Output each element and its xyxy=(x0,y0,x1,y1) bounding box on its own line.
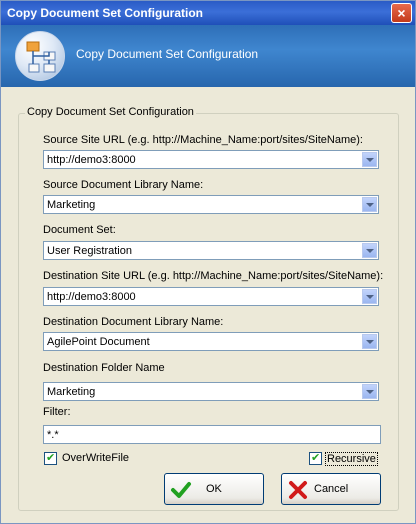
banner-title: Copy Document Set Configuration xyxy=(76,47,259,61)
title-bar[interactable]: Copy Document Set Configuration × xyxy=(1,1,415,25)
filter-value: *.* xyxy=(47,429,59,441)
dialog-window: Copy Document Set Configuration × Copy D… xyxy=(0,0,416,524)
group-title: Copy Document Set Configuration xyxy=(25,106,196,118)
checkmark-icon: ✔ xyxy=(311,452,321,464)
check-icon xyxy=(170,479,192,501)
overwrite-checkbox[interactable]: ✔ xyxy=(44,452,57,465)
cancel-x-icon xyxy=(287,479,309,501)
close-button[interactable]: × xyxy=(391,3,412,23)
close-icon: × xyxy=(397,5,406,21)
source-library-combo[interactable]: Marketing xyxy=(43,195,379,214)
ok-button[interactable]: OK xyxy=(164,473,264,505)
chevron-down-icon[interactable] xyxy=(362,152,377,167)
chevron-down-icon[interactable] xyxy=(362,289,377,304)
source-site-url-label: Source Site URL (e.g. http://Machine_Nam… xyxy=(43,134,363,146)
chevron-down-icon[interactable] xyxy=(362,197,377,212)
destination-library-combo[interactable]: AgilePoint Document xyxy=(43,332,379,351)
filter-label: Filter: xyxy=(43,406,71,418)
document-set-combo[interactable]: User Registration xyxy=(43,241,379,260)
window-title: Copy Document Set Configuration xyxy=(7,6,203,20)
header-banner: Copy Document Set Configuration xyxy=(1,25,415,87)
filter-input[interactable]: *.* xyxy=(43,425,381,444)
destination-folder-combo[interactable]: Marketing xyxy=(43,382,379,401)
source-library-value: Marketing xyxy=(47,199,96,211)
checkmark-icon: ✔ xyxy=(46,452,56,464)
cancel-label: Cancel xyxy=(314,483,349,495)
source-site-url-combo[interactable]: http://demo3:8000 xyxy=(43,150,379,169)
source-site-url-value: http://demo3:8000 xyxy=(47,154,136,166)
chevron-down-icon[interactable] xyxy=(362,243,377,258)
recursive-checkbox[interactable]: ✔ xyxy=(309,452,322,465)
destination-folder-label: Destination Folder Name xyxy=(43,362,165,374)
destination-site-url-combo[interactable]: http://demo3:8000 xyxy=(43,287,379,306)
destination-library-label: Destination Document Library Name: xyxy=(43,316,224,328)
chevron-down-icon[interactable] xyxy=(362,384,377,399)
overwrite-label[interactable]: OverWriteFile xyxy=(62,452,129,464)
destination-folder-value: Marketing xyxy=(47,386,96,398)
destination-site-url-label: Destination Site URL (e.g. http://Machin… xyxy=(43,270,384,282)
recursive-label[interactable]: Recursive xyxy=(325,452,378,466)
chevron-down-icon[interactable] xyxy=(362,334,377,349)
workflow-icon xyxy=(15,31,65,81)
destination-library-value: AgilePoint Document xyxy=(47,336,150,348)
document-set-value: User Registration xyxy=(47,245,132,257)
document-set-label: Document Set: xyxy=(43,224,116,236)
destination-site-url-value: http://demo3:8000 xyxy=(47,291,136,303)
source-library-label: Source Document Library Name: xyxy=(43,179,204,191)
ok-label: OK xyxy=(206,483,222,495)
cancel-button[interactable]: Cancel xyxy=(281,473,381,505)
